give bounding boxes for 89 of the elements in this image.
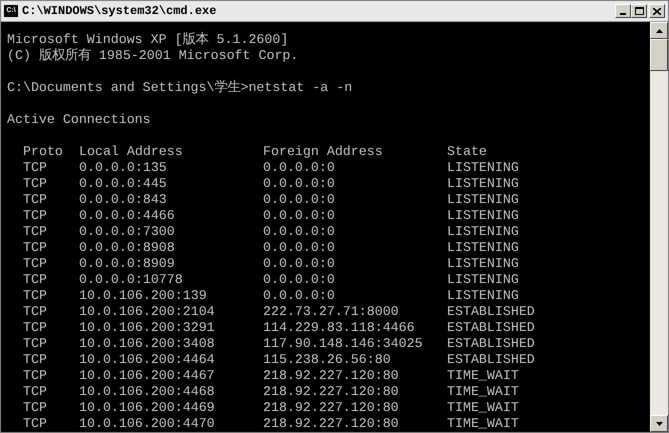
table-cell: TCP [23, 160, 47, 175]
minimize-button[interactable] [615, 4, 631, 18]
table-cell: TCP [23, 320, 47, 335]
table-cell: TCP [23, 256, 47, 271]
table-cell: TIME_WAIT [447, 416, 519, 431]
table-cell: ESTABLISHED [447, 320, 535, 335]
table-cell: 0.0.0.0:0 [263, 176, 335, 191]
table-cell: 0.0.0.0:8908 [79, 240, 175, 255]
table-cell: LISTENING [447, 176, 519, 191]
table-cell: 0.0.0.0:0 [263, 160, 335, 175]
table-cell: 222.73.27.71:8000 [263, 304, 399, 319]
table-cell: LISTENING [447, 240, 519, 255]
table-cell: TCP [23, 400, 47, 415]
window-title: C:\WINDOWS\system32\cmd.exe [22, 3, 216, 20]
console-line: C:\Documents and Settings\学生>netstat -a -n [7, 80, 352, 95]
table-cell: 115.238.26.56:80 [263, 352, 391, 367]
console-line: Microsoft Windows XP [版本 5.1.2600] [7, 32, 288, 47]
table-cell: 0.0.0.0:0 [263, 208, 335, 223]
table-cell: TCP [23, 224, 47, 239]
table-cell: 0.0.0.0:10778 [79, 272, 183, 287]
table-cell: 10.0.106.200:3291 [79, 320, 215, 335]
table-cell: LISTENING [447, 192, 519, 207]
table-cell: 10.0.106.200:4464 [79, 352, 215, 367]
table-cell: TCP [23, 288, 47, 303]
table-cell: 218.92.227.120:80 [263, 400, 399, 415]
table-cell: ESTABLISHED [447, 336, 535, 351]
table-cell: TCP [23, 208, 47, 223]
scroll-up-button[interactable] [650, 22, 668, 39]
table-cell: 0.0.0.0:0 [263, 224, 335, 239]
table-cell: TCP [23, 336, 47, 351]
table-cell: 0.0.0.0:445 [79, 176, 167, 191]
table-cell: 10.0.106.200:4468 [79, 384, 215, 399]
table-cell: ESTABLISHED [447, 304, 535, 319]
up-arrow-icon [656, 28, 662, 32]
scroll-thumb[interactable] [650, 39, 668, 71]
table-cell: TCP [23, 384, 47, 399]
table-cell: TIME_WAIT [447, 400, 519, 415]
table-cell: LISTENING [447, 160, 519, 175]
table-cell: 0.0.0.0:8909 [79, 256, 175, 271]
table-cell: TCP [23, 368, 47, 383]
table-cell: 218.92.227.120:80 [263, 384, 399, 399]
table-cell: 114.229.83.118:4466 [263, 320, 415, 335]
table-cell: 0.0.0.0:4466 [79, 208, 175, 223]
table-cell: 10.0.106.200:2104 [79, 304, 215, 319]
table-cell: 0.0.0.0:0 [263, 288, 335, 303]
table-cell: 0.0.0.0:0 [263, 240, 335, 255]
table-cell: TCP [23, 240, 47, 255]
down-arrow-icon [656, 422, 662, 426]
table-cell: TCP [23, 176, 47, 191]
table-cell: LISTENING [447, 288, 519, 303]
table-cell: 10.0.106.200:139 [79, 288, 207, 303]
table-cell: TCP [23, 352, 47, 367]
maximize-icon [634, 7, 644, 15]
table-cell: 10.0.106.200:3408 [79, 336, 215, 351]
scroll-down-button[interactable] [650, 415, 668, 432]
column-header: Proto [23, 144, 63, 159]
table-cell: TCP [23, 304, 47, 319]
table-cell: TIME_WAIT [447, 384, 519, 399]
table-cell: 0.0.0.0:0 [263, 256, 335, 271]
table-cell: 10.0.106.200:4470 [79, 416, 215, 431]
table-cell: TCP [23, 272, 47, 287]
table-cell: LISTENING [447, 224, 519, 239]
table-cell: TCP [23, 192, 47, 207]
console-line: Active Connections [7, 112, 151, 127]
table-cell: 117.90.148.146:34025 [263, 336, 423, 351]
table-cell: 0.0.0.0:0 [263, 192, 335, 207]
table-cell: LISTENING [447, 208, 519, 223]
table-cell: 10.0.106.200:4467 [79, 368, 215, 383]
console-line: (C) 版权所有 1985-2001 Microsoft Corp. [7, 48, 298, 63]
table-cell: LISTENING [447, 256, 519, 271]
table-cell: 10.0.106.200:4469 [79, 400, 215, 415]
table-cell: 0.0.0.0:135 [79, 160, 167, 175]
maximize-button[interactable] [631, 4, 647, 18]
column-header: Local Address [79, 144, 183, 159]
column-header: State [447, 144, 487, 159]
table-cell: 0.0.0.0:7300 [79, 224, 175, 239]
table-cell: TIME_WAIT [447, 368, 519, 383]
table-cell: 218.92.227.120:80 [263, 368, 399, 383]
table-cell: TCP [23, 416, 47, 431]
table-cell: ESTABLISHED [447, 352, 535, 367]
table-cell: 0.0.0.0:0 [263, 272, 335, 287]
close-icon [653, 8, 661, 14]
close-button[interactable] [649, 4, 665, 18]
table-cell: 0.0.0.0:843 [79, 192, 167, 207]
table-cell: 218.92.227.120:80 [263, 416, 399, 431]
table-cell: LISTENING [447, 272, 519, 287]
column-header: Foreign Address [263, 144, 383, 159]
scrollbar[interactable] [650, 22, 668, 432]
minimize-icon [620, 13, 626, 15]
